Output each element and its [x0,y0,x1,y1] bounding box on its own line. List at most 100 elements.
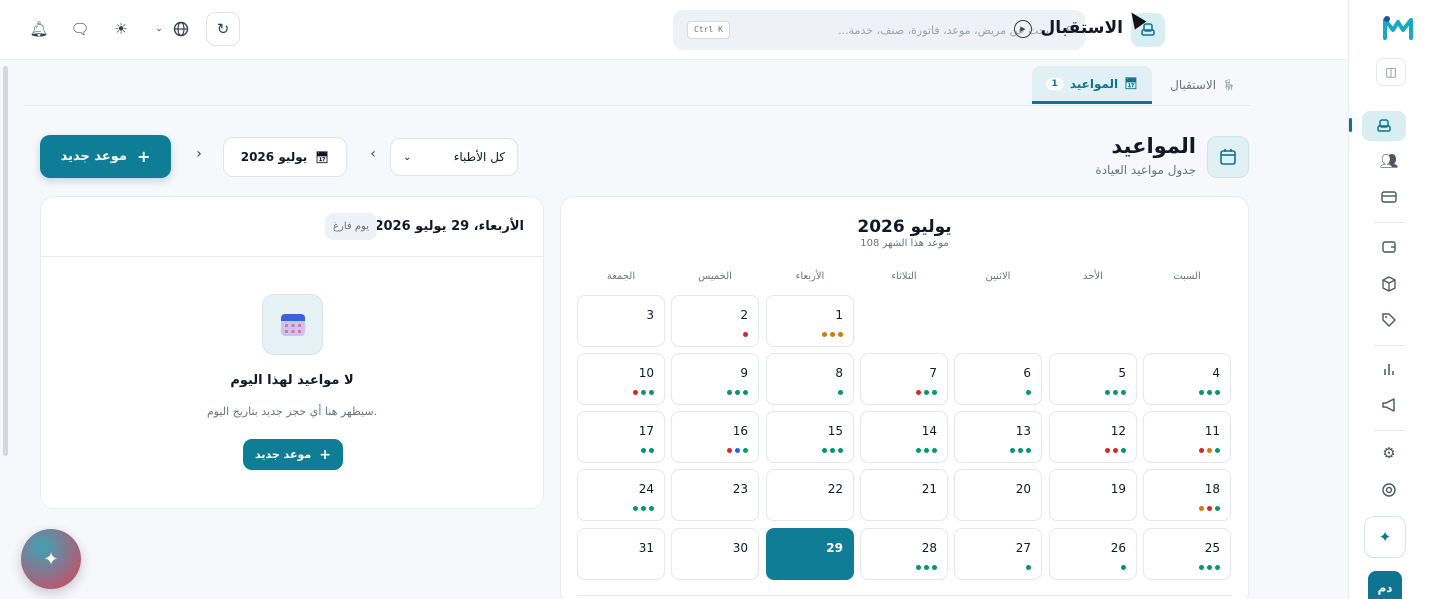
appointment-dots [633,390,654,395]
bar-chart-icon [1384,364,1394,375]
globe-icon[interactable] [168,16,194,42]
appointment-dots [727,390,748,395]
sidebar-item-inventory[interactable] [1374,269,1404,299]
sidebar-item-billing[interactable] [1374,182,1404,212]
tab-appointments[interactable]: 📅︎ المواعيد 1 [1031,66,1153,104]
sidebar-item-support[interactable] [1374,475,1404,505]
calendar-day-cell[interactable]: 11 [1143,411,1231,463]
calendar-day-cell[interactable]: 7 [860,353,948,405]
calendar-day-cell[interactable]: 15 [766,411,854,463]
doctor-filter-value: كل الأطباء [453,150,505,164]
day-number: 1 [835,308,843,322]
chat-icon[interactable]: 🗨︎ [67,16,93,42]
wallet-icon [1382,241,1396,253]
calendar-day-cell[interactable]: 6 [954,353,1042,405]
sidebar-item-reports[interactable] [1374,354,1404,384]
month-picker-button[interactable]: يوليو 2026 📅︎ [223,137,347,177]
prev-month-button[interactable]: ‹ [364,146,382,162]
appointment-dots [822,332,843,337]
calendar-day-cell[interactable]: 26 [1049,528,1137,580]
sidebar-item-reception[interactable] [1362,111,1406,141]
appointment-dots [1105,390,1126,395]
ai-assistant-button[interactable]: ✦ [1364,516,1406,558]
appointment-dot [1010,448,1015,453]
calendar-day-cell[interactable]: 9 [671,353,759,405]
scrollbar[interactable] [3,66,8,456]
day-number: 9 [740,366,748,380]
calendar-day-cell[interactable]: 21 [860,469,948,521]
empty-new-appointment-button[interactable]: موعد جديد + [243,439,343,470]
calendar-day-cell[interactable]: 1 [766,295,854,347]
calendar-day-cell[interactable]: 10 [577,353,665,405]
calendar-day-cell[interactable]: 12 [1049,411,1137,463]
sidebar-item-services[interactable] [1374,305,1404,335]
bell-icon[interactable]: 🔔︎ [26,16,52,42]
calendar-day-cell[interactable]: 14 [860,411,948,463]
play-icon[interactable]: ▶ [1014,20,1032,38]
avatar[interactable]: دم [1368,571,1402,599]
calendar-day-cell[interactable]: 17 [577,411,665,463]
appointment-dot [932,565,937,570]
calendar-day-cell[interactable]: 5 [1049,353,1137,405]
calendar-day-cell[interactable]: 29 [766,528,854,580]
lifebuoy-icon [1382,483,1396,497]
search-input[interactable] [749,10,1049,50]
appointment-dot [649,448,654,453]
appointment-dots [1199,565,1220,570]
calendar-day-cell[interactable]: 27 [954,528,1042,580]
sidebar-rail: ◫ 👥︎ ⚙︎ ✦ دم [1348,0,1440,599]
divider [1374,222,1404,223]
users-icon: 👥︎ [1379,152,1399,170]
new-appointment-button[interactable]: موعد جديد + [40,135,171,178]
box-icon [1382,276,1396,292]
calendar-day-cell[interactable]: 28 [860,528,948,580]
sparkle-icon: ✦ [43,548,59,570]
day-number: 15 [827,424,843,438]
doctor-filter-select[interactable]: ⌄ كل الأطباء [390,138,518,176]
card-icon [1381,191,1397,203]
tab-reception[interactable]: 🪑︎ الاستقبال [1156,66,1250,104]
calendar-day-cell[interactable]: 4 [1143,353,1231,405]
day-number: 24 [638,482,654,496]
sidebar-item-marketing[interactable] [1374,390,1404,420]
calendar-day-cell[interactable]: 31 [577,528,665,580]
appointment-dots [1026,390,1031,395]
appointment-dot [727,390,732,395]
refresh-button[interactable]: ↻ [206,12,240,46]
appointment-dot [1121,448,1126,453]
appointment-dot [743,332,748,337]
calendar-day-cell[interactable]: 24 [577,469,665,521]
calendar-day-cell[interactable]: 22 [766,469,854,521]
chevron-down-icon[interactable]: ⌄ [152,16,166,42]
sidebar-item-settings[interactable]: ⚙︎ [1374,438,1404,468]
ai-assistant-fab[interactable]: ✦ [21,529,81,589]
next-month-button[interactable]: › [190,146,208,162]
calendar-day-cell[interactable]: 8 [766,353,854,405]
calendar-day-cell[interactable]: 18 [1143,469,1231,521]
calendar-day-cell[interactable]: 30 [671,528,759,580]
appointment-dots [916,448,937,453]
sidebar-item-wallet[interactable] [1374,232,1404,262]
appointment-dots [1105,448,1126,453]
app-logo [1382,14,1414,46]
appointment-dot [1018,448,1023,453]
calendar-day-cell[interactable]: 3 [577,295,665,347]
appointment-dot [735,448,740,453]
theme-sun-icon[interactable]: ☀︎ [108,16,134,42]
day-number: 17 [638,424,654,438]
calendar-day-cell[interactable]: 16 [671,411,759,463]
sidebar-item-patients[interactable]: 👥︎ [1374,146,1404,176]
calendar-day-cell[interactable]: 2 [671,295,759,347]
day-number: 16 [732,424,748,438]
appointment-dot [1121,565,1126,570]
collapse-sidebar-button[interactable]: ◫ [1376,58,1406,86]
day-number: 18 [1204,482,1220,496]
day-number: 2 [740,308,748,322]
appointment-dot [1215,448,1220,453]
calendar-day-cell[interactable]: 13 [954,411,1042,463]
calendar-day-cell[interactable]: 25 [1143,528,1231,580]
calendar-day-cell[interactable]: 19 [1049,469,1137,521]
calendar-day-cell[interactable]: 23 [671,469,759,521]
appointment-dot [1199,565,1204,570]
calendar-day-cell[interactable]: 20 [954,469,1042,521]
